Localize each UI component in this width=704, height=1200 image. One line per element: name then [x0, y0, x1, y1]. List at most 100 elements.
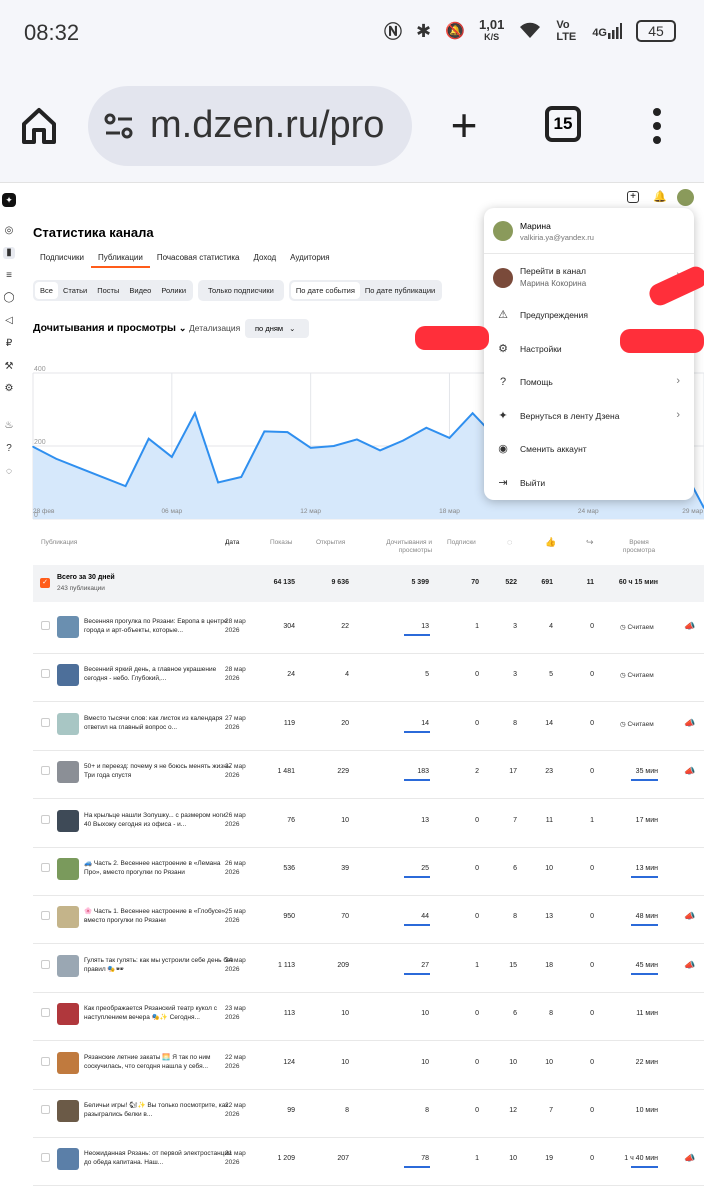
- row-checkbox[interactable]: [41, 959, 50, 969]
- cell-time[interactable]: 45 мин: [613, 962, 658, 969]
- row-checkbox[interactable]: [41, 669, 50, 679]
- table-row[interactable]: 50+ и переезд: почему я не боюсь менять …: [33, 751, 704, 800]
- table-row[interactable]: Неожиданная Рязань: от первой электроста…: [33, 1138, 704, 1187]
- row-checkbox[interactable]: [41, 717, 50, 727]
- col-reads[interactable]: Дочитывания и просмотры: [384, 539, 432, 555]
- table-row[interactable]: Вместо тысячи слов: как листок из календ…: [33, 703, 704, 751]
- menu-logout[interactable]: ⇥ Выйти: [492, 468, 686, 500]
- row-checkbox[interactable]: [41, 863, 50, 872]
- menu-back-to-feed[interactable]: ✦ Вернуться в ленту Дзена ›: [492, 401, 686, 433]
- publication-thumbnail[interactable]: [57, 906, 79, 929]
- data-point[interactable]: [263, 430, 266, 433]
- col-shows[interactable]: Показы: [270, 539, 292, 546]
- cell-reads[interactable]: 78: [393, 1155, 429, 1162]
- publication-title[interactable]: Как преображается Рязанский театр кукол …: [84, 1004, 234, 1022]
- repost-icon[interactable]: ↪: [586, 537, 594, 548]
- select-all-checkbox[interactable]: ✓: [40, 578, 50, 588]
- filter-articles[interactable]: Статьи: [58, 282, 92, 299]
- publication-title[interactable]: 🚙 Часть 2. Весеннее настроение в «Лемана…: [84, 859, 234, 877]
- publication-title[interactable]: 🌸 Часть 1. Весеннее настроение в «Глобус…: [84, 907, 234, 925]
- cell-reads[interactable]: 25: [393, 865, 429, 872]
- data-point[interactable]: [332, 445, 335, 447]
- detail-select[interactable]: по дням ⌄: [245, 319, 309, 338]
- row-checkbox[interactable]: [41, 814, 50, 824]
- publication-thumbnail[interactable]: [57, 858, 79, 880]
- add-icon[interactable]: +: [627, 191, 639, 203]
- publication-thumbnail[interactable]: [57, 761, 79, 784]
- table-row[interactable]: Весенняя прогулка по Рязани: Европа в це…: [33, 606, 704, 654]
- cell-reads[interactable]: 13: [393, 623, 429, 630]
- table-row[interactable]: Гулять так гулять: как мы устроили себе …: [33, 945, 704, 993]
- menu-dots-icon[interactable]: [650, 106, 664, 146]
- filter-all[interactable]: Все: [35, 282, 58, 299]
- filter-only-subscribers[interactable]: Только подписчики: [200, 282, 282, 299]
- filter-by-pub-date[interactable]: По дате публикации: [360, 282, 440, 299]
- filter-video[interactable]: Видео: [124, 282, 156, 299]
- publication-thumbnail[interactable]: [57, 1051, 79, 1074]
- row-checkbox[interactable]: [41, 1008, 50, 1018]
- tab-switcher-button[interactable]: 15: [545, 106, 581, 142]
- data-point[interactable]: [448, 437, 451, 439]
- tab-audience[interactable]: Аудитория: [283, 249, 336, 268]
- data-point[interactable]: [286, 431, 289, 433]
- table-row[interactable]: 🌸 Часть 1. Весеннее настроение в «Глобус…: [33, 896, 704, 945]
- publication-title[interactable]: Неожиданная Рязань: от первой электроста…: [84, 1149, 234, 1167]
- col-opens[interactable]: Открытия: [316, 539, 345, 546]
- globe-icon[interactable]: ◎: [3, 225, 15, 237]
- menu-switch-account[interactable]: ◉ Сменить аккаунт: [492, 434, 686, 466]
- publication-title[interactable]: Вместо тысячи слов: как листок из календ…: [84, 714, 234, 732]
- data-point[interactable]: [147, 437, 150, 440]
- publication-thumbnail[interactable]: [57, 1003, 79, 1026]
- cell-time[interactable]: 48 мин: [613, 913, 658, 920]
- row-checkbox[interactable]: [41, 1056, 50, 1066]
- cell-time[interactable]: 1 ч 40 мин: [613, 1155, 658, 1162]
- cell-time[interactable]: 13 мин: [613, 865, 658, 872]
- chat-icon[interactable]: ◯: [3, 292, 15, 304]
- address-bar[interactable]: m.dzen.ru/pro: [88, 86, 412, 166]
- data-point[interactable]: [402, 439, 405, 442]
- row-checkbox[interactable]: [41, 766, 50, 776]
- publication-title[interactable]: Гулять так гулять: как мы устроили себе …: [84, 956, 234, 974]
- publication-title[interactable]: На крыльце нашли Золушку... с размером н…: [84, 811, 234, 829]
- publication-title[interactable]: 50+ и переезд: почему я не боюсь менять …: [84, 762, 234, 780]
- publication-thumbnail[interactable]: [57, 616, 79, 638]
- promote-icon[interactable]: 📣: [684, 1153, 695, 1164]
- megaphone-icon[interactable]: ◁: [3, 315, 15, 327]
- site-settings-icon[interactable]: [104, 112, 134, 140]
- row-checkbox[interactable]: [41, 1153, 50, 1163]
- row-checkbox[interactable]: [41, 621, 50, 630]
- stats-icon[interactable]: ▮: [3, 247, 15, 259]
- data-point[interactable]: [471, 412, 474, 414]
- data-point[interactable]: [379, 449, 381, 452]
- tab-publications[interactable]: Публикации: [91, 249, 150, 268]
- table-row[interactable]: На крыльце нашли Золушку... с размером н…: [33, 800, 704, 848]
- promote-icon[interactable]: 📣: [684, 911, 695, 922]
- filter-posts[interactable]: Посты: [92, 282, 124, 299]
- data-point[interactable]: [101, 476, 104, 478]
- cell-reads[interactable]: 14: [393, 720, 429, 727]
- cell-time[interactable]: 35 мин: [613, 768, 658, 775]
- data-point[interactable]: [425, 426, 428, 429]
- promote-icon[interactable]: 📣: [684, 766, 695, 777]
- col-date[interactable]: Дата ↓: [225, 539, 239, 546]
- publication-thumbnail[interactable]: [57, 954, 79, 977]
- promote-icon[interactable]: 📣: [684, 960, 695, 971]
- tab-hourly[interactable]: Почасовая статистика: [150, 249, 247, 268]
- notifications-icon[interactable]: 🔔: [653, 190, 667, 204]
- filter-shorts[interactable]: Ролики: [156, 282, 191, 299]
- publication-thumbnail[interactable]: [57, 1100, 79, 1122]
- menu-help[interactable]: ? Помощь ›: [492, 367, 686, 399]
- data-point[interactable]: [124, 485, 127, 487]
- publication-title[interactable]: Беличьи игры! 🐿✨ Вы только посмотрите, к…: [84, 1101, 234, 1119]
- tab-income[interactable]: Доход: [246, 249, 283, 268]
- comment-icon[interactable]: ◌: [507, 537, 512, 547]
- data-point[interactable]: [32, 445, 34, 448]
- data-point[interactable]: [78, 467, 81, 469]
- dzen-logo-icon[interactable]: ✦: [2, 193, 16, 207]
- row-checkbox[interactable]: [41, 1105, 50, 1114]
- layers-icon[interactable]: ≡: [3, 270, 15, 282]
- row-checkbox[interactable]: [41, 911, 50, 921]
- data-point[interactable]: [356, 438, 358, 441]
- data-point[interactable]: [217, 481, 219, 484]
- data-point[interactable]: [240, 476, 243, 478]
